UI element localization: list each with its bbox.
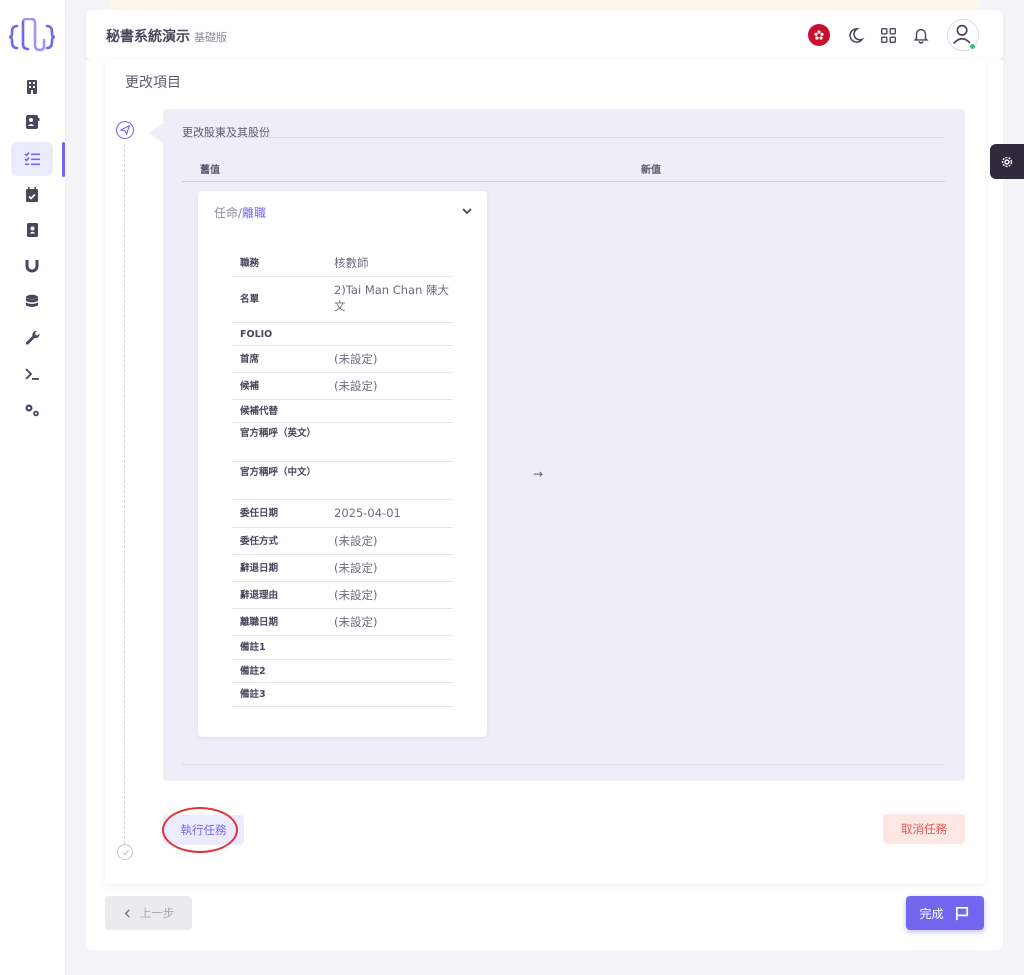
appointment-detail-card: 任命/離職 職務 核數師 名單 2)Tai Man Chan 陳大文 FOLIO 首…: [198, 191, 487, 737]
row-value: (未設定): [334, 561, 378, 575]
table-row: 離職日期 (未設定): [232, 609, 453, 636]
table-row: 委任方式 (未設定): [232, 528, 453, 555]
divider: [182, 137, 945, 138]
row-key: 名單: [240, 294, 260, 305]
finish-button[interactable]: 完成: [906, 896, 984, 930]
row-key: 官方稱呼（英文）: [240, 428, 317, 439]
row-value: (未設定): [334, 352, 378, 366]
row-key: 委任方式: [240, 536, 279, 547]
timeline-line: [124, 144, 125, 844]
flag-icon: [955, 906, 968, 920]
detail-card-header[interactable]: 任命/離職: [214, 204, 266, 221]
row-key: FOLIO: [240, 329, 273, 340]
active-indicator: [62, 142, 65, 177]
row-key: 候補: [240, 381, 260, 392]
divider: [182, 181, 945, 182]
section-title: 更改項目: [125, 75, 181, 91]
chevron-left-icon: [124, 908, 130, 918]
change-box-pointer: [149, 123, 163, 143]
detail-head-accent: 離職: [242, 206, 267, 220]
calendar-check-icon: [26, 187, 38, 202]
row-key: 離職日期: [240, 617, 279, 628]
chevron-down-icon[interactable]: [461, 205, 473, 217]
row-key: 官方稱呼（中文）: [240, 467, 317, 478]
divider: [182, 764, 945, 765]
terminal-icon: [25, 368, 39, 380]
app-edition: 基礎版: [194, 31, 227, 44]
sidebar-item-database[interactable]: [11, 285, 53, 319]
row-value: (未設定): [334, 615, 378, 629]
row-key: 候補代替: [240, 406, 279, 417]
table-row: 委任日期 2025-04-01: [232, 500, 453, 528]
sidebar: [0, 0, 66, 975]
sidebar-item-tools[interactable]: [11, 321, 53, 355]
cancel-task-button[interactable]: 取消任務: [883, 814, 965, 844]
apps-grid-icon[interactable]: [877, 24, 899, 46]
sidebar-item-tasks[interactable]: [11, 142, 53, 176]
row-key: 備註2: [240, 666, 266, 677]
arrow-right-icon: →: [533, 467, 544, 481]
sidebar-item-contacts[interactable]: [11, 105, 53, 139]
table-row: FOLIO: [232, 323, 453, 346]
sidebar-item-settings[interactable]: [11, 393, 53, 427]
cogs-icon: [25, 404, 39, 417]
annotation-circle: [162, 807, 238, 853]
customizer-toggle[interactable]: [990, 144, 1024, 179]
row-value: (未設定): [334, 379, 378, 393]
table-row: 辭退日期 (未設定): [232, 555, 453, 582]
column-new-value: 新值: [641, 165, 661, 176]
app-title: 秘書系統演示 基礎版: [106, 29, 227, 45]
row-key: 辭退日期: [240, 563, 279, 574]
row-key: 備註1: [240, 642, 266, 653]
previous-step-label: 上一步: [139, 906, 175, 920]
finish-label: 完成: [919, 906, 944, 921]
table-row: 備註2: [232, 660, 453, 683]
contact-card-icon: [26, 115, 40, 129]
table-row: 候補 (未設定): [232, 373, 453, 400]
previous-step-button[interactable]: 上一步: [105, 896, 192, 930]
online-status-dot: [968, 42, 977, 51]
row-key: 備註3: [240, 689, 266, 700]
table-row: 候補代替: [232, 400, 453, 423]
topbar-glow: [110, 0, 980, 10]
table-row: 官方稱呼（英文）: [232, 423, 453, 462]
row-value: 2)Tai Man Chan 陳大文: [334, 283, 450, 313]
table-row: 首席 (未設定): [232, 346, 453, 373]
sidebar-item-terminal[interactable]: [11, 357, 53, 391]
notification-bell-icon[interactable]: [910, 24, 932, 46]
row-value: (未設定): [334, 588, 378, 602]
table-row: 名單 2)Tai Man Chan 陳大文: [232, 277, 453, 323]
table-row: 備註1: [232, 636, 453, 660]
timeline-send-icon: [116, 121, 134, 139]
language-flag-icon[interactable]: [808, 24, 830, 46]
address-book-icon: [27, 223, 38, 237]
row-value: 2025-04-01: [334, 506, 401, 520]
table-row: 備註3: [232, 683, 453, 707]
table-row: 官方稱呼（中文）: [232, 462, 453, 500]
table-row: 辭退理由 (未設定): [232, 582, 453, 609]
sidebar-item-magnet[interactable]: [11, 249, 53, 283]
top-navbar: 秘書系統演示 基礎版: [86, 10, 1003, 60]
app-logo[interactable]: [9, 18, 55, 54]
database-icon: [26, 294, 38, 307]
table-row: 職務 核數師: [232, 251, 453, 277]
timeline-check-icon: [117, 844, 133, 860]
sidebar-item-calendar[interactable]: [11, 178, 53, 212]
gear-icon: [1001, 156, 1013, 167]
wrench-icon: [25, 330, 40, 345]
dark-mode-moon-icon[interactable]: [844, 24, 866, 46]
detail-head-prefix: 任命/: [214, 206, 243, 220]
sidebar-item-address-book[interactable]: [11, 213, 53, 247]
row-key: 職務: [240, 258, 260, 269]
checklist-icon: [24, 151, 40, 166]
row-key: 委任日期: [240, 508, 279, 519]
column-old-value: 舊值: [200, 165, 220, 176]
row-key: 首席: [240, 354, 260, 365]
sidebar-item-companies[interactable]: [11, 70, 53, 104]
magnet-icon: [25, 260, 39, 273]
row-value: (未設定): [334, 534, 378, 548]
row-key: 辭退理由: [240, 590, 279, 601]
row-value: 核數師: [334, 256, 369, 270]
building-icon: [27, 80, 37, 94]
